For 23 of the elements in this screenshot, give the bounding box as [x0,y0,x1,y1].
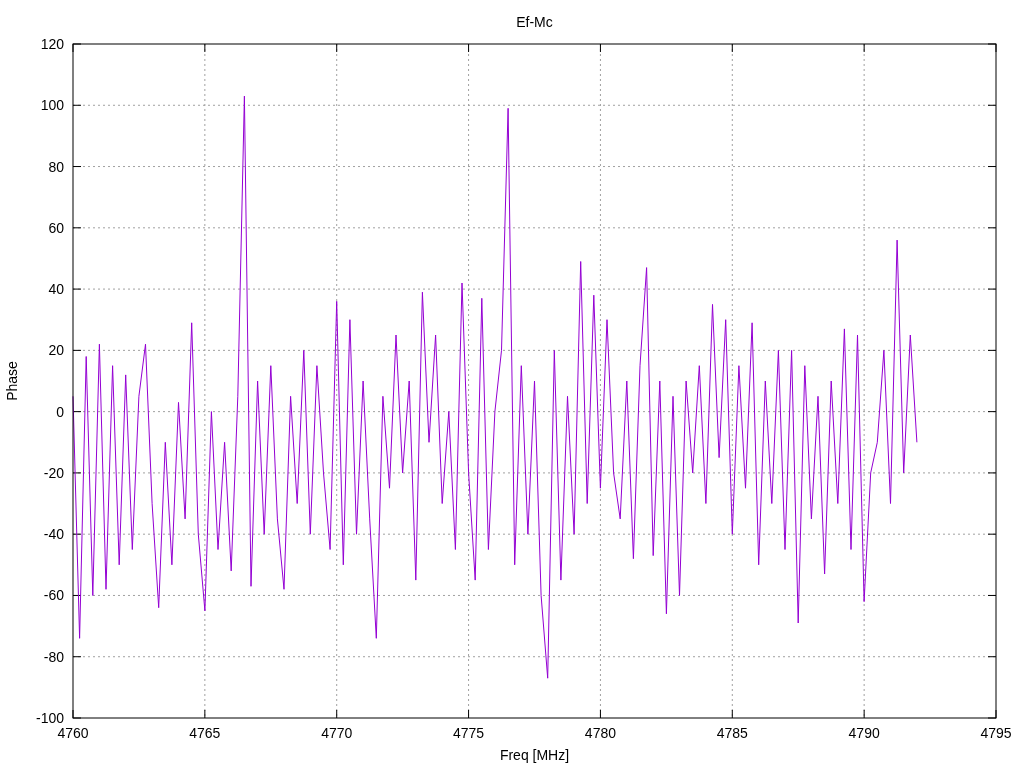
y-tick-label: 120 [40,36,64,52]
y-tick-label: 0 [56,403,64,420]
x-tick-label: 4770 [321,725,353,741]
x-tick-label: 4780 [584,725,616,741]
y-tick-label: 80 [48,158,64,175]
x-tick-label: 4765 [189,725,221,741]
x-tick-label: 4760 [57,725,89,741]
y-tick-label: -60 [43,587,64,604]
y-tick-label: 20 [48,342,64,359]
y-tick-label: -100 [35,710,64,726]
x-tick-label: 4790 [848,725,880,741]
y-tick-label: 40 [48,281,64,298]
x-tick-label: 4795 [980,725,1012,741]
chart-title: Ef-Mc [516,14,553,30]
x-tick-label: 4785 [716,725,748,741]
y-tick-label: 60 [48,219,64,236]
y-tick-label: 100 [40,97,64,114]
y-axis-label: Phase [4,361,20,401]
y-tick-label: -40 [43,526,64,543]
x-tick-label: 4775 [453,725,485,741]
y-tick-label: -20 [43,464,64,481]
x-axis-label: Freq [MHz] [499,747,570,763]
y-tick-label: -80 [43,648,64,665]
